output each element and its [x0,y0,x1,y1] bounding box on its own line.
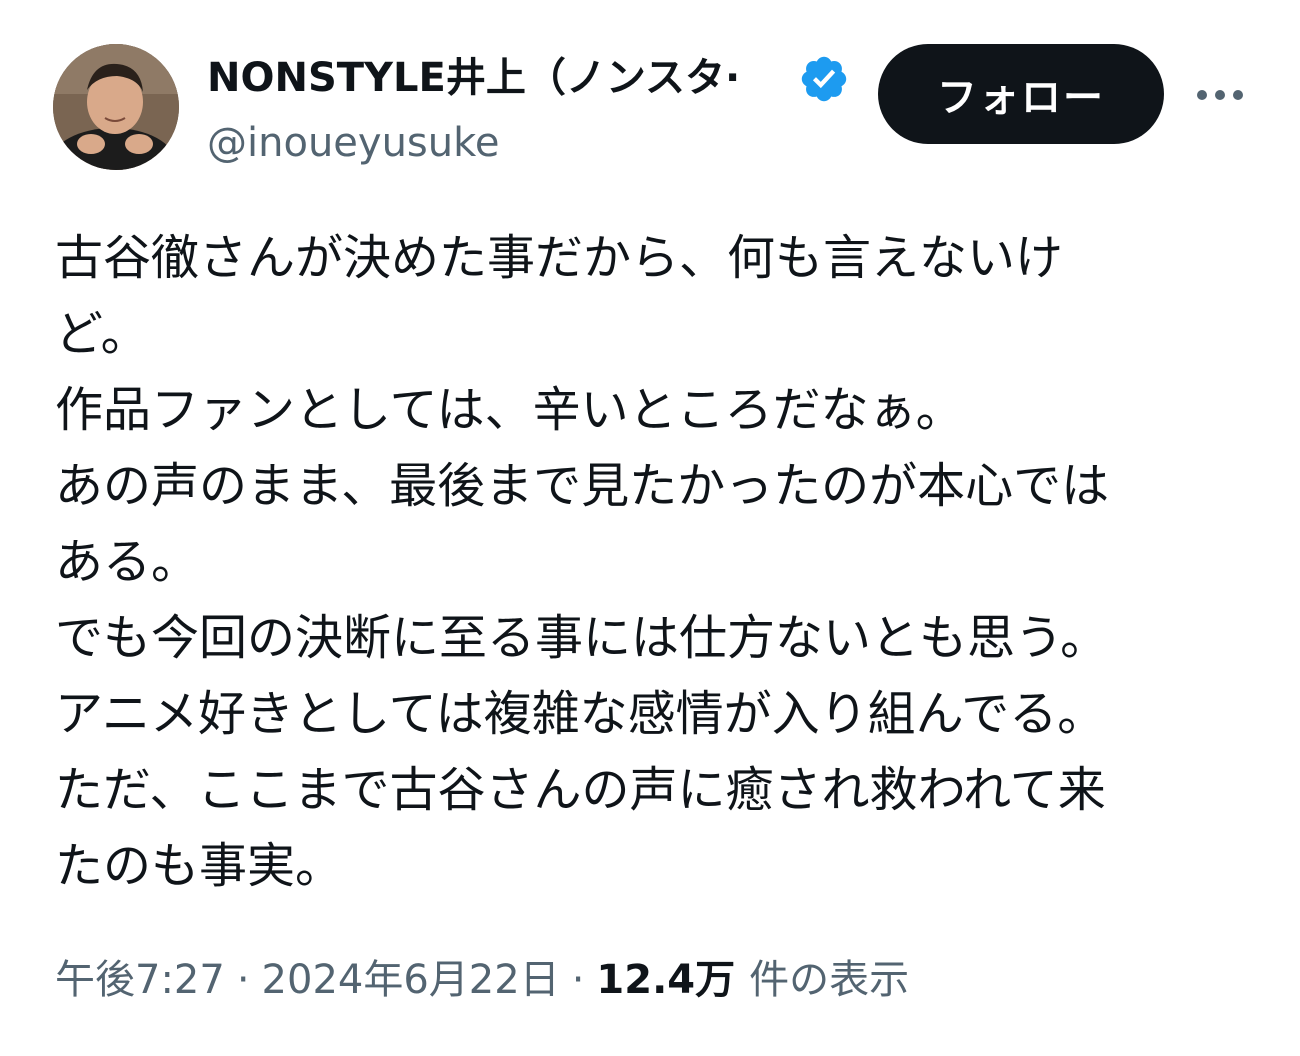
views-count: 12.4万 [596,957,736,1003]
tweet-text-line: でも今回の決断に至る事には仕方ないとも思う。 [55,610,1109,666]
tweet-text-line: 作品ファンとしては、辛いところだなぁ。 [55,382,964,438]
tweet-meta: 午後7:27 · 2024年6月22日 · 12.4万 件の表示 [55,950,909,1010]
tweet-text-line: ある。 [55,534,200,590]
tweet-text-line: たのも事実。 [55,838,344,894]
tweet-text-line: ただ、ここまで古谷さんの声に癒され救われて来 [55,762,1106,818]
tweet-card: NONSTYLE井上（ノンスタ· @inoueyusuke フォロー 古谷徹さん… [0,0,1300,1056]
tweet-text-line: 古谷徹さんが決めた事だから、何も言えないけ [55,230,1064,286]
tweet-text: 古谷徹さんが決めた事だから、何も言えないけ ど。 作品ファンとしては、辛いところ… [55,220,1255,904]
tweet-time[interactable]: 午後7:27 [55,950,225,1010]
tweet-text-line: アニメ好きとしては複雑な感情が入り組んでる。 [55,686,1106,742]
tweet-date[interactable]: 2024年6月22日 [262,950,560,1010]
author-avatar[interactable] [53,44,179,170]
meta-separator: · [571,957,585,1003]
author-display-name[interactable]: NONSTYLE井上（ノンスタ· [207,52,740,104]
follow-button[interactable]: フォロー [878,44,1164,144]
tweet-text-line: あの声のまま、最後まで見たかったのが本心では [55,458,1110,514]
author-handle[interactable]: @inoueyusuke [207,118,499,168]
views-label: 件の表示 [749,957,910,1003]
verified-badge-icon [798,53,850,105]
tweet-text-line: ど。 [55,306,149,362]
more-options-icon[interactable] [1190,70,1250,120]
meta-separator: · [236,957,250,1003]
